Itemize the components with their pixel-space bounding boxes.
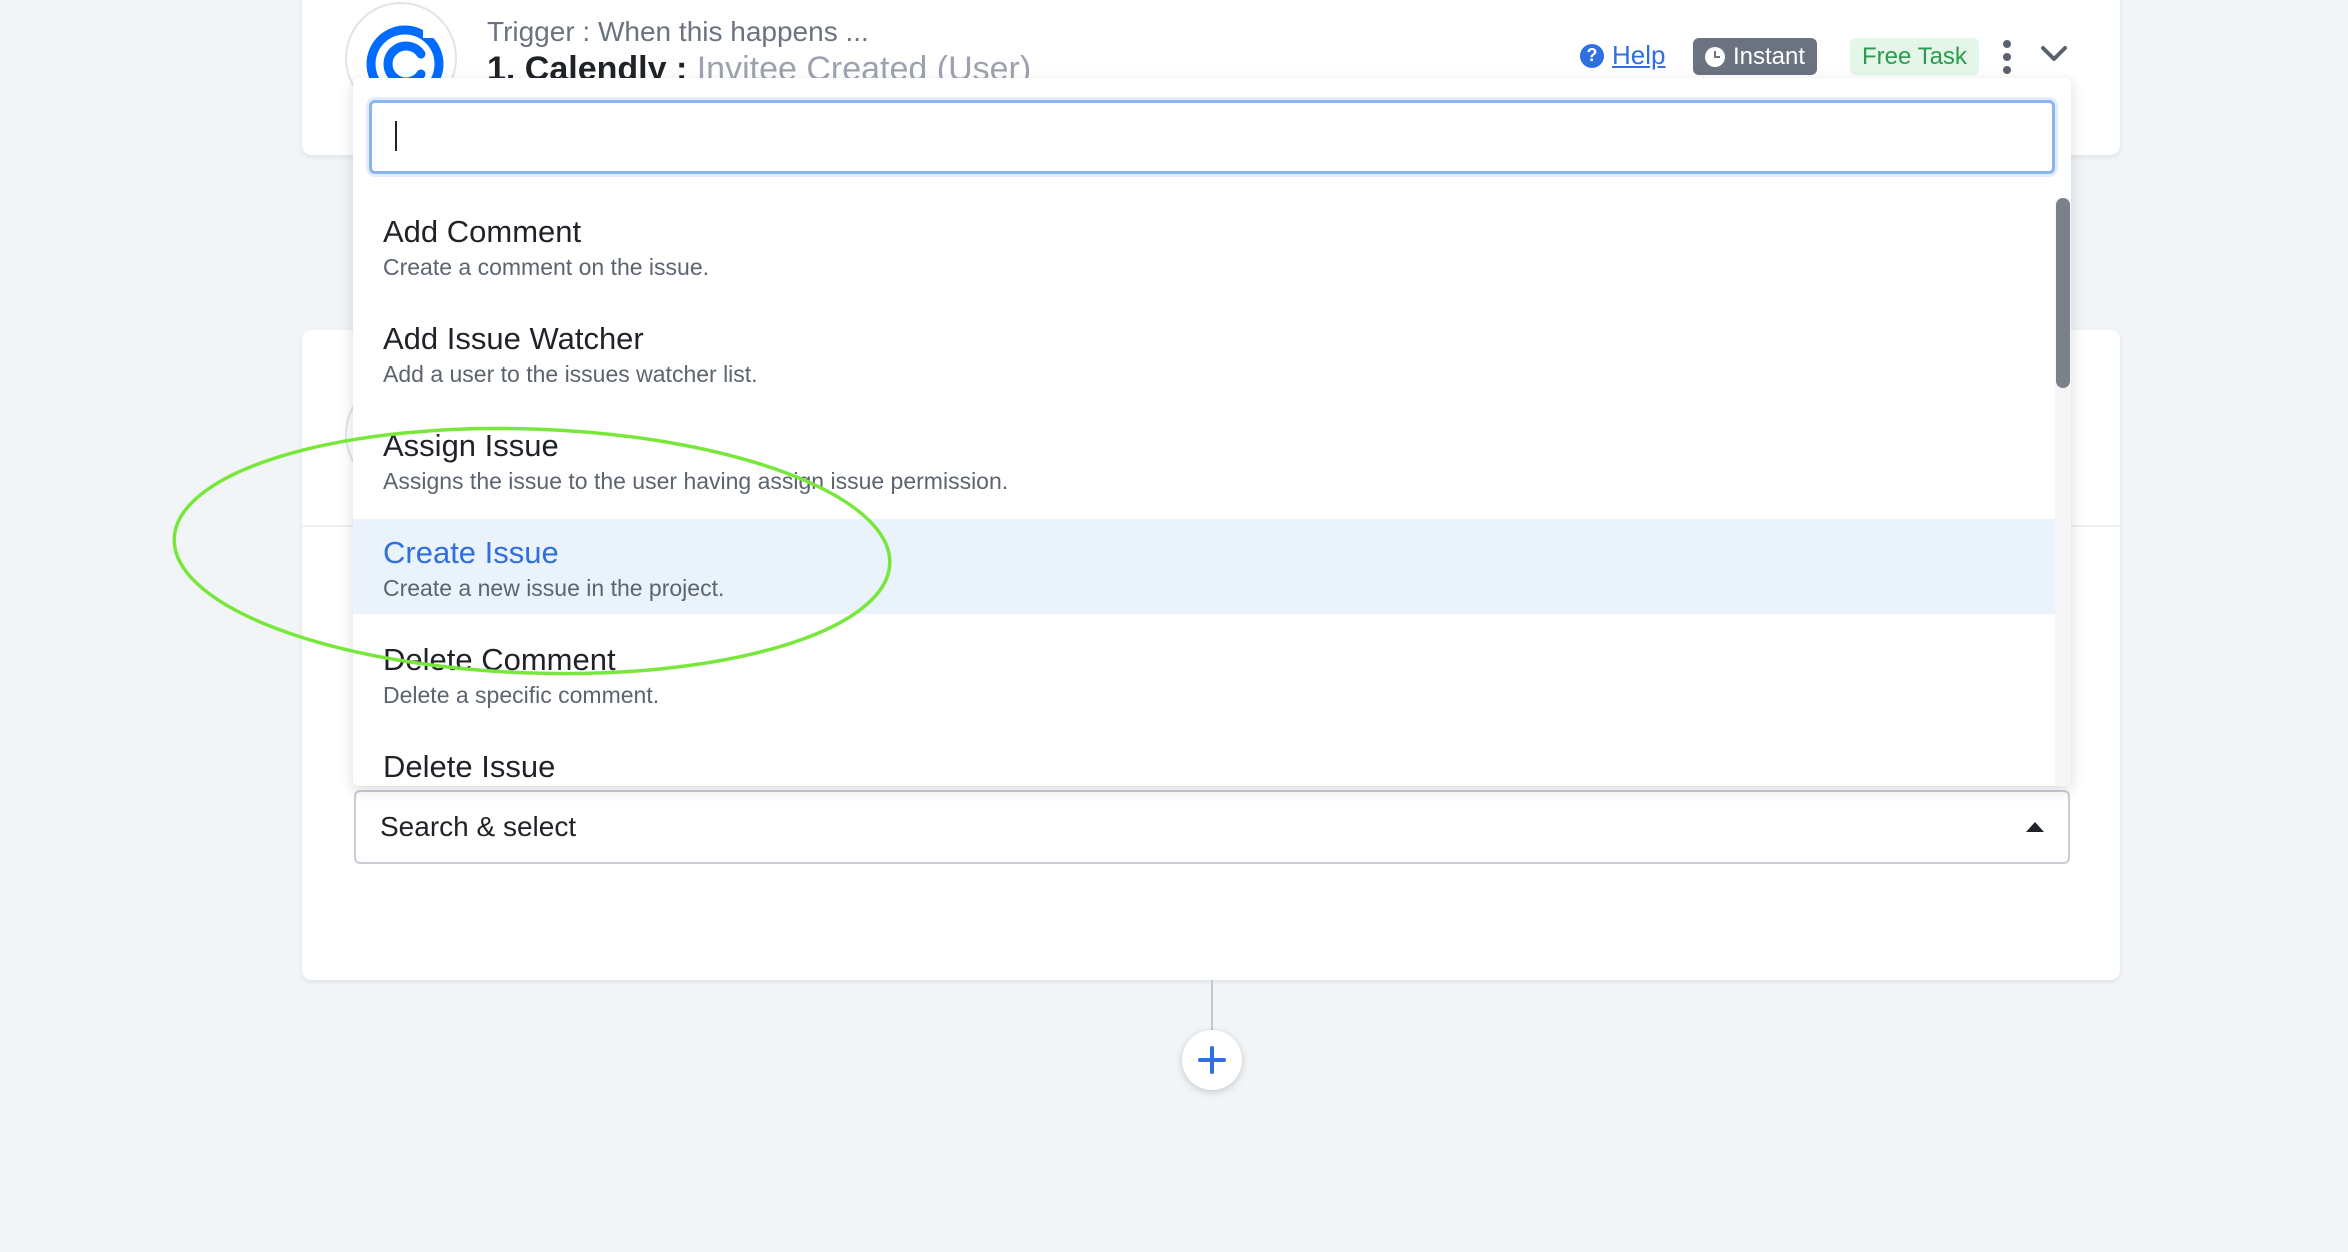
question-circle-icon: ? [1580, 43, 1604, 68]
chevron-down-icon[interactable] [2040, 44, 2068, 64]
option-title: Create Issue [383, 535, 559, 570]
connector-line [1211, 980, 1213, 1030]
option-description: Assigns the issue to the user having ass… [383, 468, 1009, 494]
trigger-label: Trigger : When this happens ... [487, 16, 869, 47]
dropdown-search-input[interactable] [369, 100, 2055, 174]
option-description: Add a user to the issues watcher list. [383, 361, 758, 387]
option-title: Add Issue Watcher [383, 321, 644, 356]
clock-icon [1705, 46, 1725, 67]
text-cursor [395, 121, 397, 151]
scrollbar-thumb[interactable] [2056, 198, 2070, 388]
option-description: Create a comment on the issue. [383, 254, 709, 280]
caret-up-icon [2026, 822, 2044, 832]
action-event-select[interactable]: Search & select [354, 790, 2070, 864]
option-title: Add Comment [383, 214, 582, 249]
option-list[interactable]: Add Comment Create a comment on the issu… [353, 198, 2055, 786]
add-step-button[interactable] [1182, 1030, 1242, 1090]
help-link[interactable]: ? Help [1580, 40, 1665, 71]
option-add-comment[interactable]: Add Comment Create a comment on the issu… [353, 198, 2055, 293]
option-assign-issue[interactable]: Assign Issue Assigns the issue to the us… [353, 412, 2055, 507]
more-options-icon[interactable] [2000, 40, 2014, 74]
free-task-label: Free Task [1862, 42, 1967, 70]
free-task-badge: Free Task [1850, 38, 1979, 75]
instant-label: Instant [1733, 42, 1806, 70]
option-title: Delete Issue [383, 749, 556, 784]
select-placeholder: Search & select [380, 811, 577, 842]
option-delete-issue[interactable]: Delete Issue [353, 733, 2055, 786]
option-delete-comment[interactable]: Delete Comment Delete a specific comment… [353, 626, 2055, 721]
action-event-dropdown: Add Comment Create a comment on the issu… [353, 78, 2071, 786]
help-label: Help [1612, 40, 1666, 70]
option-title: Assign Issue [383, 428, 559, 463]
option-description: Delete a specific comment. [383, 682, 660, 708]
option-title: Delete Comment [383, 642, 616, 677]
instant-badge: Instant [1693, 38, 1818, 75]
plus-icon [1198, 1046, 1226, 1074]
option-create-issue[interactable]: Create Issue Create a new issue in the p… [353, 519, 2055, 614]
option-add-issue-watcher[interactable]: Add Issue Watcher Add a user to the issu… [353, 305, 2055, 400]
option-description: Create a new issue in the project. [383, 575, 725, 601]
